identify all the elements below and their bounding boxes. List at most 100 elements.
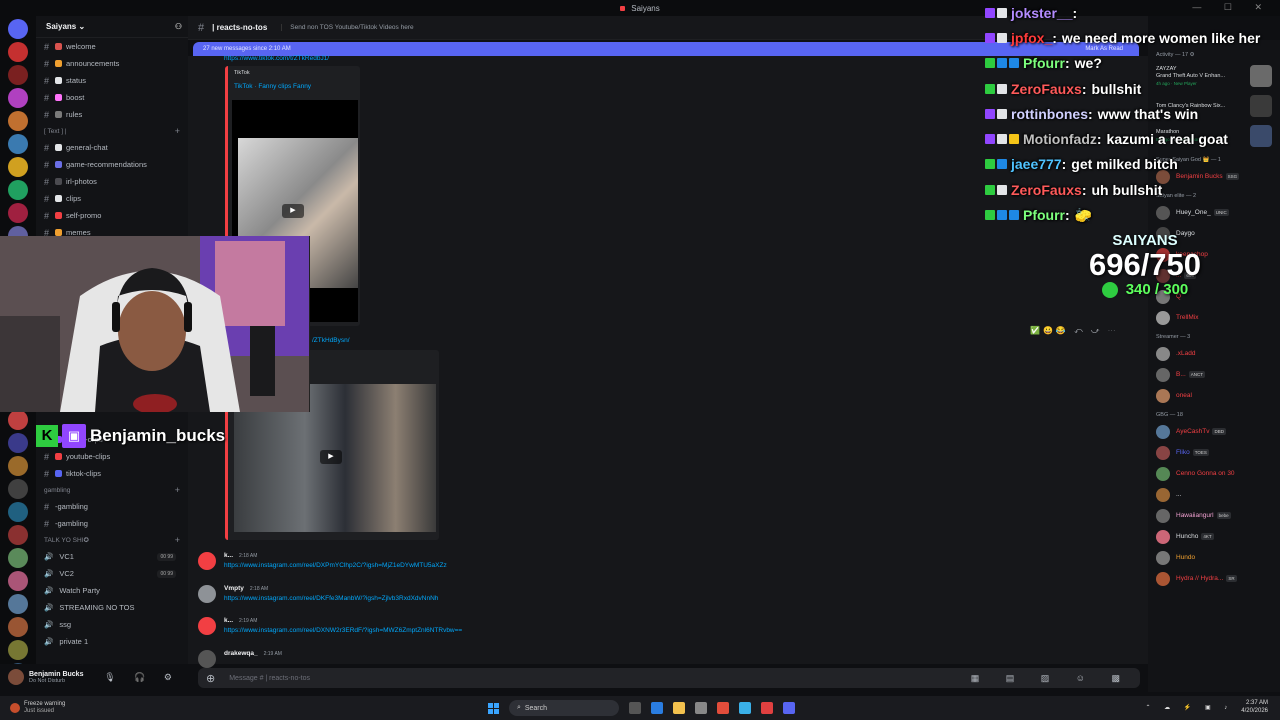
add-channel-icon[interactable]: + <box>175 126 180 136</box>
member-item[interactable]: TrellMix <box>1148 307 1280 328</box>
message-link[interactable]: https://www.tiktok.com/t/ZTkRedbJ1/ <box>224 55 329 62</box>
guild-header[interactable]: Saiyans ⌄ ⚇ <box>36 16 188 38</box>
server-icon[interactable] <box>8 410 28 430</box>
avatar[interactable] <box>198 585 216 603</box>
message-author[interactable]: drakewqa_ <box>224 650 258 657</box>
member-item[interactable]: Hydra // Hydra... SR <box>1148 568 1280 589</box>
message-link[interactable]: https://www.instagram.com/reel/DXPmYClhp… <box>224 562 447 569</box>
voice-channel[interactable]: 🔊 ssg <box>36 616 188 633</box>
app-icon[interactable] <box>651 702 663 714</box>
member-item[interactable]: B... ANCT <box>1148 364 1280 385</box>
channel-item[interactable]: # announcements <box>36 55 188 72</box>
add-member-icon[interactable]: ⚇ <box>175 22 182 31</box>
channel-item[interactable]: # tiktok-clips <box>36 465 188 482</box>
member-item[interactable]: AyeCashTv DBD <box>1148 421 1280 442</box>
message-author[interactable]: Vmpty <box>224 585 244 592</box>
member-item[interactable]: Huncho 4KT <box>1148 526 1280 547</box>
member-item[interactable]: Hawaiiangurl bebe <box>1148 505 1280 526</box>
folder-icon[interactable] <box>673 702 685 714</box>
channel-item[interactable]: # -gambling <box>36 515 188 532</box>
server-icon[interactable] <box>8 111 28 131</box>
avatar[interactable] <box>198 650 216 668</box>
voice-channel[interactable]: 🔊 private 1 <box>36 633 188 650</box>
voice-channel[interactable]: 🔊 STREAMING NO TOS <box>36 599 188 616</box>
channel-item[interactable]: # welcome <box>36 38 188 55</box>
server-icon[interactable] <box>8 456 28 476</box>
message-link[interactable]: https://www.instagram.com/reel/DXNW2r3ER… <box>224 627 462 634</box>
obs-icon[interactable] <box>761 702 773 714</box>
server-icon[interactable] <box>8 134 28 154</box>
avatar[interactable] <box>1156 346 1170 361</box>
add-channel-icon[interactable]: + <box>175 485 180 495</box>
server-icon[interactable] <box>8 203 28 223</box>
member-item[interactable]: Cenno Gonna on 30 <box>1148 463 1280 484</box>
avatar[interactable] <box>1156 529 1170 544</box>
message-link[interactable]: https://www.instagram.com/reel/DKFfe3Man… <box>224 595 438 602</box>
channel-category[interactable]: gambling + <box>36 482 188 498</box>
avatar[interactable] <box>1156 466 1170 481</box>
server-icon[interactable] <box>8 180 28 200</box>
avatar[interactable] <box>1156 508 1170 523</box>
channel-item[interactable]: # clips <box>36 190 188 207</box>
avatar[interactable] <box>1156 367 1170 382</box>
channel-item[interactable]: # youtube-clips <box>36 448 188 465</box>
composer-placeholder[interactable]: Message # | reacts-no-tos <box>229 675 310 682</box>
weather-widget[interactable]: Freeze warning Just issued <box>10 701 65 715</box>
system-tray[interactable]: ⌃ ☁ ⚡ ▣ ♪ 2:37 AM 4/20/2026 <box>1145 699 1268 715</box>
member-item[interactable]: oneal <box>1148 385 1280 406</box>
channel-category[interactable]: TALK YO SHI✪ + <box>36 532 188 548</box>
server-icon[interactable] <box>8 433 28 453</box>
member-item[interactable]: ... <box>1148 484 1280 505</box>
server-icon[interactable] <box>8 502 28 522</box>
play-icon[interactable]: ▶ <box>282 204 304 218</box>
app-icon[interactable] <box>739 702 751 714</box>
message-author[interactable]: k... <box>224 552 233 559</box>
server-icon[interactable] <box>8 19 28 39</box>
avatar[interactable] <box>8 669 24 685</box>
member-item[interactable]: .xLadd <box>1148 343 1280 364</box>
avatar[interactable] <box>1156 550 1170 565</box>
message-author[interactable]: k... <box>224 617 233 624</box>
add-attachment-icon[interactable]: ⊕ <box>206 672 215 685</box>
server-icon[interactable] <box>8 42 28 62</box>
start-icon[interactable] <box>488 702 499 714</box>
composer-tools[interactable]: ▦ ▤ ▨ ☺ ▩ <box>971 673 1132 684</box>
member-item[interactable]: Fliko TOES <box>1148 442 1280 463</box>
channel-category[interactable]: [ Text ] | + <box>36 123 188 139</box>
voice-channel[interactable]: 🔊 Watch Party <box>36 582 188 599</box>
avatar[interactable] <box>198 552 216 570</box>
avatar[interactable] <box>1156 487 1170 502</box>
channel-item[interactable]: # rules <box>36 106 188 123</box>
channel-item[interactable]: # general-chat <box>36 139 188 156</box>
avatar[interactable] <box>1156 445 1170 460</box>
message-composer[interactable]: ⊕ Message # | reacts-no-tos ▦ ▤ ▨ ☺ ▩ <box>198 668 1140 688</box>
server-icon[interactable] <box>8 157 28 177</box>
voice-channel[interactable]: 🔊 VC1 00 99 <box>36 548 188 565</box>
settings-icon[interactable] <box>695 702 707 714</box>
avatar[interactable] <box>1156 571 1170 586</box>
add-channel-icon[interactable]: + <box>175 535 180 545</box>
server-icon[interactable] <box>8 65 28 85</box>
channel-item[interactable]: # game-recommendations <box>36 156 188 173</box>
member-item[interactable]: Hundo <box>1148 547 1280 568</box>
voice-controls[interactable]: 🎙 🎧 ⚙ <box>104 672 180 683</box>
avatar[interactable] <box>198 617 216 635</box>
channel-item[interactable]: # status <box>36 72 188 89</box>
avatar[interactable] <box>1156 388 1170 403</box>
server-icon[interactable] <box>8 594 28 614</box>
server-icon[interactable] <box>8 525 28 545</box>
message-link[interactable]: /ZTkHdBysn/ <box>312 337 350 344</box>
server-icon[interactable] <box>8 571 28 591</box>
channel-item[interactable]: # self-promo <box>36 207 188 224</box>
voice-channel[interactable]: 🔊 VC2 00 99 <box>36 565 188 582</box>
discord-icon[interactable] <box>783 702 795 714</box>
channel-item[interactable]: # boost <box>36 89 188 106</box>
message-actions[interactable]: ✅😀😂 ⤺ ⤻ ⋯ <box>1030 326 1119 336</box>
server-icon[interactable] <box>8 88 28 108</box>
channel-item[interactable]: # -gambling <box>36 498 188 515</box>
channel-item[interactable]: # irl-photos <box>36 173 188 190</box>
task-view-icon[interactable] <box>629 702 641 714</box>
avatar[interactable] <box>1156 310 1170 325</box>
taskbar-search[interactable]: ⌕ Search <box>509 700 619 716</box>
avatar[interactable] <box>1156 424 1170 439</box>
